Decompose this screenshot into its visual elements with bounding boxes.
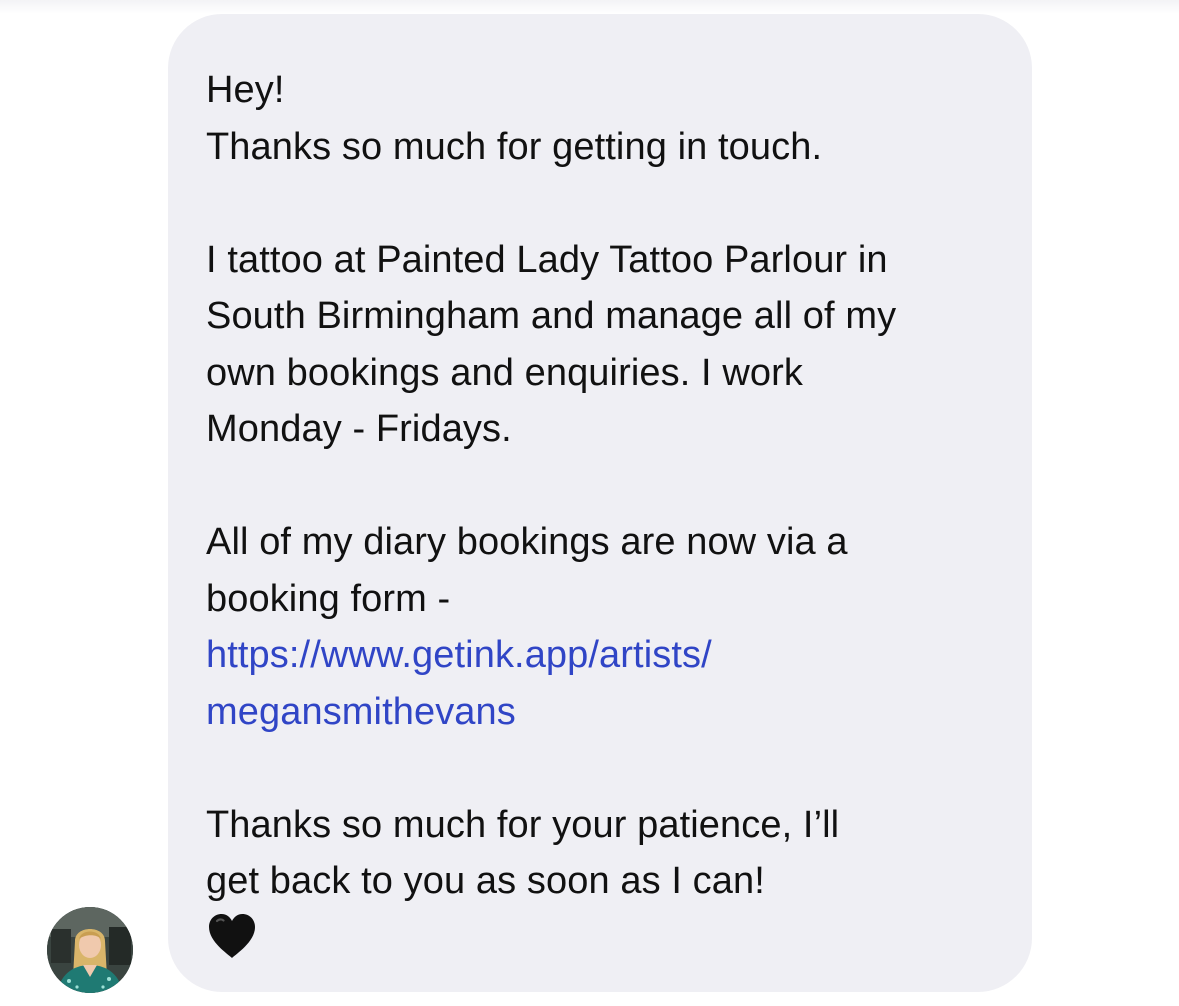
black-heart-icon — [206, 910, 1002, 972]
message-text: Hey! Thanks so much for getting in touch… — [206, 62, 1002, 972]
message-line: Hey! — [206, 69, 285, 111]
message-spacer — [206, 740, 1002, 797]
message-line: Thanks so much for your patience, I’ll — [206, 803, 840, 846]
message-line: booking form - — [206, 577, 451, 620]
message-line: get back to you as soon as I can! — [206, 860, 765, 902]
message-line: Monday - Fridays. — [206, 408, 512, 450]
message-line: All of my diary bookings are now via a — [206, 521, 848, 563]
profile-photo-icon — [47, 907, 133, 993]
message-spacer — [206, 175, 1002, 232]
message-line: I tattoo at Painted Lady Tattoo Parlour … — [206, 238, 888, 281]
top-edge-shadow — [0, 0, 1179, 14]
message-spacer — [206, 458, 1002, 515]
booking-link[interactable]: megansmithevans — [206, 684, 1002, 741]
booking-link[interactable]: https://www.getink.app/artists/ — [206, 627, 1002, 684]
message-line: own bookings and enquiries. I work — [206, 351, 803, 394]
received-message-bubble[interactable]: Hey! Thanks so much for getting in touch… — [168, 14, 1032, 992]
message-line: South Birmingham and manage all of my — [206, 295, 897, 337]
message-line: Thanks so much for getting in touch. — [206, 125, 823, 168]
sender-avatar[interactable] — [47, 907, 133, 993]
